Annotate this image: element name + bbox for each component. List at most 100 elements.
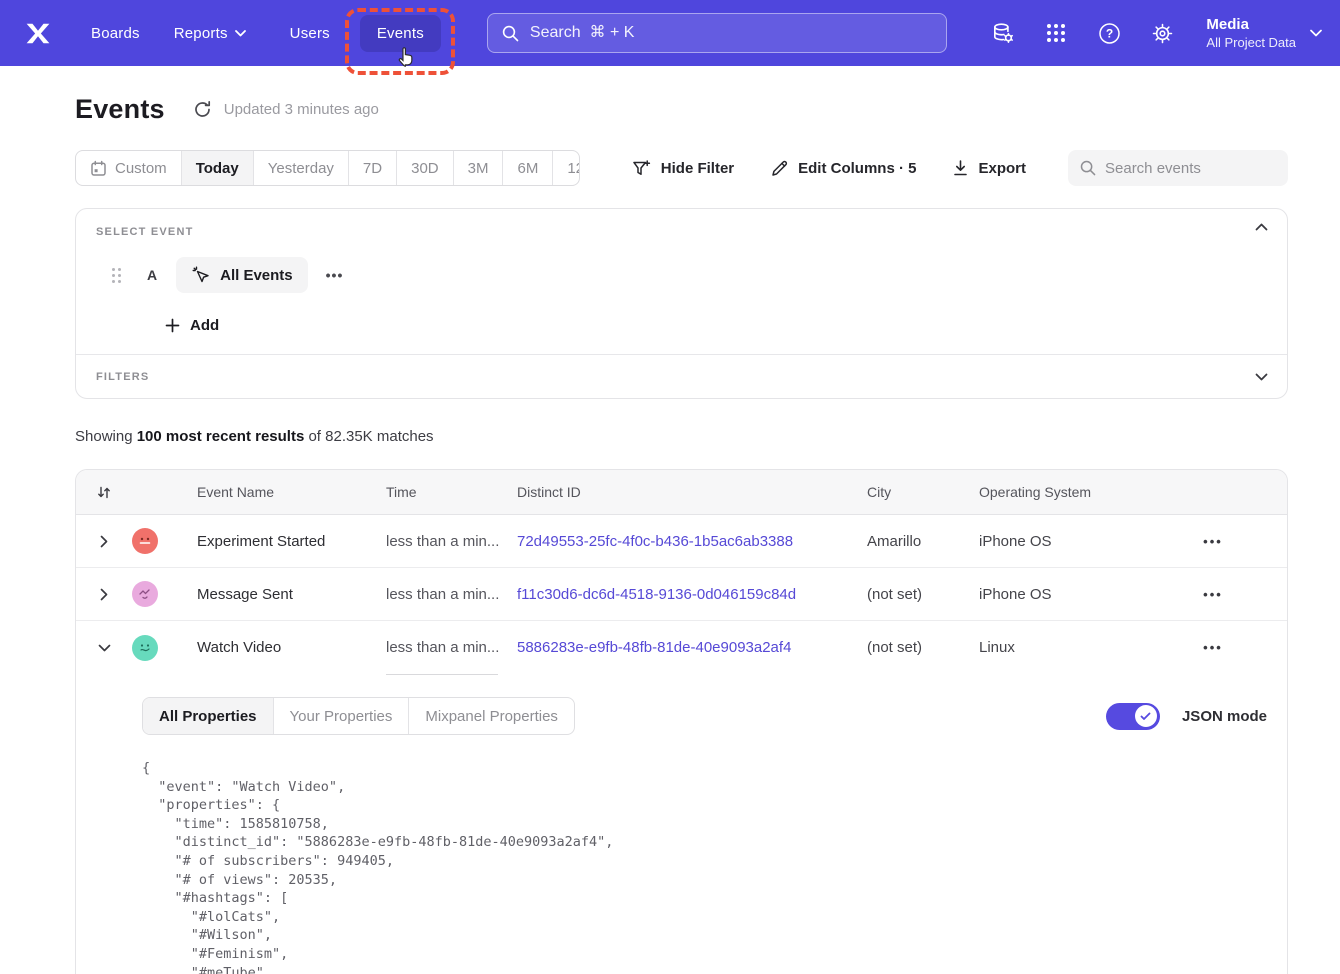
filter-funnel-icon bbox=[632, 159, 652, 178]
chevron-down-icon bbox=[235, 30, 246, 37]
row-expand-chevron-right-icon[interactable] bbox=[76, 588, 132, 601]
event-row-more-button[interactable]: ••• bbox=[326, 267, 344, 283]
refresh-icon[interactable] bbox=[193, 100, 212, 119]
project-name: Media bbox=[1206, 15, 1296, 34]
range-7d[interactable]: 7D bbox=[349, 151, 397, 185]
range-custom[interactable]: Custom bbox=[76, 151, 182, 185]
event-row-letter: A bbox=[147, 267, 157, 283]
row-expand-chevron-right-icon[interactable] bbox=[76, 535, 132, 548]
hand-cursor-icon bbox=[396, 45, 418, 69]
apps-grid-icon[interactable] bbox=[1044, 21, 1068, 45]
search-icon bbox=[1080, 160, 1096, 176]
sort-order-icon[interactable] bbox=[76, 485, 132, 500]
download-icon bbox=[952, 159, 969, 177]
nav-events-wrap: Events bbox=[360, 15, 441, 52]
data-management-icon[interactable] bbox=[991, 21, 1015, 45]
row-menu-button[interactable]: ••• bbox=[1139, 534, 1287, 549]
range-12m[interactable]: 12M bbox=[553, 151, 579, 185]
cell-event-name: Experiment Started bbox=[197, 533, 386, 550]
help-icon[interactable]: ? bbox=[1097, 21, 1121, 45]
range-6m[interactable]: 6M bbox=[503, 151, 553, 185]
settings-gear-icon[interactable] bbox=[1150, 21, 1174, 45]
json-mode-toggle[interactable] bbox=[1106, 703, 1160, 730]
row-menu-button[interactable]: ••• bbox=[1139, 587, 1287, 602]
search-events-input[interactable] bbox=[1105, 160, 1304, 177]
nav-item-reports-label: Reports bbox=[174, 25, 228, 42]
date-range-control: Custom Today Yesterday 7D 30D 3M 6M 12M bbox=[75, 150, 580, 186]
all-events-chip-label: All Events bbox=[220, 267, 293, 284]
json-mode-control: JSON mode bbox=[1106, 703, 1267, 730]
properties-tabs: All Properties Your Properties Mixpanel … bbox=[142, 697, 575, 735]
row-menu-button[interactable]: ••• bbox=[1139, 640, 1287, 655]
event-avatar bbox=[132, 528, 158, 554]
collapse-chevron-up-icon[interactable] bbox=[1255, 223, 1268, 231]
range-3m[interactable]: 3M bbox=[454, 151, 504, 185]
all-events-chip[interactable]: All Events bbox=[176, 257, 308, 293]
cell-distinct-id-link[interactable]: 5886283e-e9fb-48fb-81de-40e9093a2af4 bbox=[517, 639, 867, 656]
add-event-button[interactable]: Add bbox=[165, 317, 1267, 334]
edit-columns-label: Edit Columns · 5 bbox=[798, 160, 916, 177]
project-scope: All Project Data bbox=[1206, 34, 1296, 51]
filters-section-toggle[interactable]: FILTERS bbox=[76, 354, 1287, 398]
detail-toolbar: All Properties Your Properties Mixpanel … bbox=[142, 697, 1267, 735]
updated-timestamp: Updated 3 minutes ago bbox=[224, 101, 379, 118]
table-row: Message Sent less than a min... f11c30d6… bbox=[76, 568, 1287, 621]
event-row: A All Events ••• bbox=[96, 257, 1267, 293]
chevron-down-icon bbox=[1310, 29, 1322, 37]
hide-filter-label: Hide Filter bbox=[661, 160, 734, 177]
project-info: Media All Project Data bbox=[1206, 15, 1296, 51]
top-nav: Boards Reports Users Events bbox=[0, 0, 1340, 66]
edit-columns-button[interactable]: Edit Columns · 5 bbox=[770, 159, 916, 178]
nav-item-users[interactable]: Users bbox=[290, 25, 330, 42]
search-events[interactable] bbox=[1068, 150, 1288, 186]
tab-all-properties[interactable]: All Properties bbox=[143, 698, 274, 734]
event-detail-panel: All Properties Your Properties Mixpanel … bbox=[76, 674, 1287, 974]
nav-right: ? Media All Project Data bbox=[991, 15, 1322, 51]
svg-text:?: ? bbox=[1106, 26, 1113, 40]
range-yesterday[interactable]: Yesterday bbox=[254, 151, 349, 185]
summary-prefix: Showing bbox=[75, 428, 137, 445]
cell-time: less than a min... bbox=[386, 586, 517, 603]
page-head: Events Updated 3 minutes ago bbox=[75, 94, 1288, 125]
filters-label: FILTERS bbox=[96, 371, 149, 383]
results-summary: Showing 100 most recent results of 82.35… bbox=[75, 428, 1288, 445]
tab-your-properties[interactable]: Your Properties bbox=[274, 698, 410, 734]
toolbar: Custom Today Yesterday 7D 30D 3M 6M 12M … bbox=[75, 150, 1288, 186]
range-30d[interactable]: 30D bbox=[397, 151, 454, 185]
col-city: City bbox=[867, 484, 979, 500]
mixpanel-logo[interactable] bbox=[25, 21, 51, 45]
export-label: Export bbox=[978, 160, 1026, 177]
nav-item-reports[interactable]: Reports bbox=[174, 25, 246, 42]
row-collapse-chevron-down-icon[interactable] bbox=[76, 644, 132, 652]
nav-item-boards[interactable]: Boards bbox=[91, 25, 140, 42]
drag-handle[interactable] bbox=[112, 268, 122, 283]
col-time: Time bbox=[386, 484, 517, 500]
primary-nav: Boards Reports Users Events bbox=[51, 15, 441, 52]
plus-icon bbox=[165, 318, 180, 333]
cell-time: less than a min... bbox=[386, 533, 517, 550]
event-picker-icon bbox=[191, 265, 211, 285]
cell-distinct-id-link[interactable]: f11c30d6-dc6d-4518-9136-0d046159c84d bbox=[517, 586, 867, 603]
col-event-name: Event Name bbox=[197, 484, 386, 500]
page-title: Events bbox=[75, 94, 165, 125]
toggle-check-icon bbox=[1135, 705, 1157, 727]
hide-filter-button[interactable]: Hide Filter bbox=[632, 159, 734, 178]
event-avatar bbox=[132, 581, 158, 607]
global-search[interactable] bbox=[487, 13, 947, 53]
table-row-expanded: Watch Video less than a min... 5886283e-… bbox=[76, 621, 1287, 674]
range-today[interactable]: Today bbox=[182, 151, 254, 185]
cell-distinct-id-link[interactable]: 72d49553-25fc-4f0c-b436-1b5ac6ab3388 bbox=[517, 533, 867, 550]
global-search-input[interactable] bbox=[530, 24, 932, 42]
cell-time: less than a min... bbox=[386, 639, 517, 656]
cell-city: (not set) bbox=[867, 639, 979, 656]
tab-mixpanel-properties[interactable]: Mixpanel Properties bbox=[409, 698, 574, 734]
cell-os: Linux bbox=[979, 639, 1139, 656]
project-switcher[interactable]: Media All Project Data bbox=[1206, 15, 1322, 51]
event-json-viewer: { "event": "Watch Video", "properties": … bbox=[142, 759, 1267, 974]
events-page: Events Updated 3 minutes ago Custom Toda… bbox=[0, 94, 1340, 974]
table-row: Experiment Started less than a min... 72… bbox=[76, 515, 1287, 568]
toolbar-actions: Hide Filter Edit Columns · 5 Export bbox=[632, 159, 1026, 178]
cell-os: iPhone OS bbox=[979, 533, 1139, 550]
select-event-label: SELECT EVENT bbox=[96, 226, 1267, 238]
export-button[interactable]: Export bbox=[952, 159, 1026, 177]
